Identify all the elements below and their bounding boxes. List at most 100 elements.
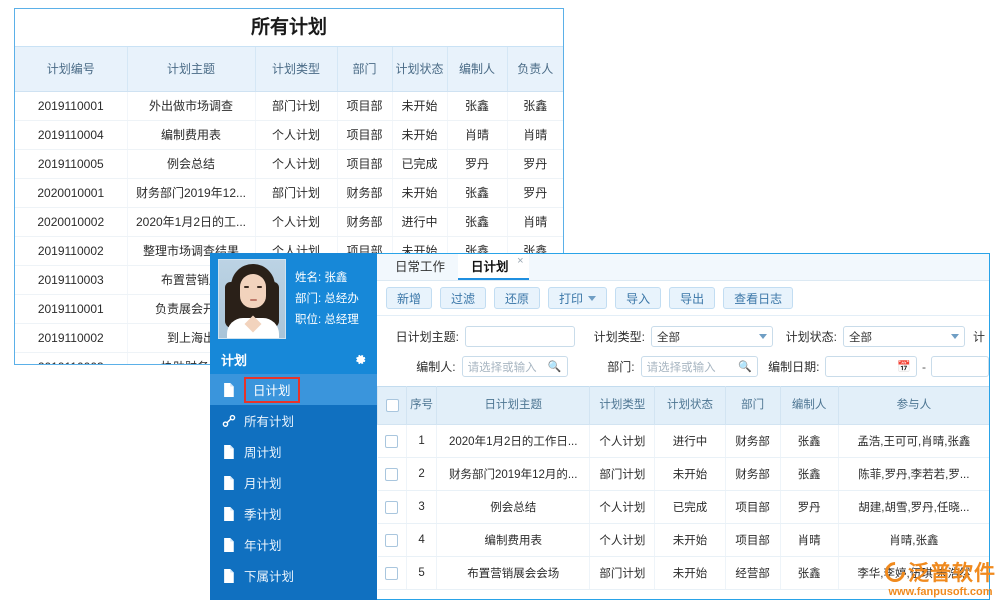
filter-subject-input[interactable] [465, 326, 575, 347]
cell-subject[interactable]: 布置营销展会会场 [437, 557, 590, 590]
cell-dept: 项目部 [725, 491, 780, 524]
chevron-down-icon [759, 334, 767, 339]
cell-participants: 李华,李婷,伍琪,朱浩然 [838, 557, 989, 590]
cell-type: 个人计划 [590, 524, 655, 557]
sidebar-item-2[interactable]: 周计划 [210, 436, 377, 467]
sidebar-item-label: 下属计划 [244, 566, 294, 585]
chevron-down-icon [588, 296, 596, 301]
sidebar-items: 日计划所有计划周计划月计划季计划年计划下属计划 [210, 374, 377, 591]
sidebar-item-label: 日计划 [244, 377, 300, 403]
grid-body: 12020年1月2日的工作日... 个人计划 进行中财务部张鑫 孟浩,王可可,肖晴,张… [378, 425, 990, 590]
table-cell: 外出做市场调查 [127, 91, 255, 120]
row-checkbox[interactable] [378, 524, 407, 557]
all-plans-col-header: 负责人 [507, 47, 563, 91]
table-cell: 已完成 [392, 149, 447, 178]
cell-dept: 财务部 [725, 425, 780, 458]
chevron-down-icon [951, 334, 959, 339]
filter-author-label: 编制人: [377, 358, 456, 375]
table-row[interactable]: 20200100022020年1月2日的工...个人计划财务部进行中张鑫肖晴 [15, 207, 563, 236]
content-panel: 日常工作日计划× 新增过滤还原打印导入 导出 查看日志 日计划主题: 计划类型: 全… [377, 253, 990, 600]
toolbar-button-6[interactable]: 查看日志 [723, 287, 793, 309]
cell-author: 张鑫 [780, 557, 838, 590]
cell-participants: 胡建,胡雪,罗丹,任晓... [838, 491, 989, 524]
tab-1[interactable]: 日计划× [458, 254, 529, 280]
row-checkbox[interactable] [378, 458, 407, 491]
cell-dept: 经营部 [725, 557, 780, 590]
sidebar-item-label: 所有计划 [244, 411, 294, 430]
toolbar-button-4[interactable]: 导入 [615, 287, 661, 309]
toolbar-button-0[interactable]: 新增 [386, 287, 432, 309]
table-cell: 个人计划 [255, 149, 337, 178]
table-cell: 2019110003 [15, 352, 127, 365]
grid-col-header: 部门 [725, 387, 780, 425]
table-row[interactable]: 2019110001外出做市场调查部门计划项目部未开始张鑫张鑫 [15, 91, 563, 120]
table-row[interactable]: 2019110004编制费用表个人计划项目部未开始肖晴肖晴 [15, 120, 563, 149]
table-row[interactable]: 2财务部门2019年12月的...部门计划未开始财务部张鑫陈菲,罗丹,李若若,罗… [378, 458, 990, 491]
filter-author-input[interactable]: 请选择或输入 🔍 [462, 356, 568, 377]
toolbar-button-5[interactable]: 导出 [669, 287, 715, 309]
table-row[interactable]: 2020010001财务部门2019年12...部门计划财务部未开始张鑫罗丹 [15, 178, 563, 207]
filter-row-1: 日计划主题: 计划类型: 全部 计划状态: 全部 计 [377, 323, 989, 350]
select-all-checkbox[interactable] [378, 387, 407, 425]
filter-planstatus-select[interactable]: 全部 [843, 326, 965, 347]
table-cell: 项目部 [337, 120, 392, 149]
search-icon[interactable]: 🔍 [738, 360, 752, 373]
all-plans-title: 所有计划 [15, 9, 563, 47]
table-row[interactable]: 3例会总结个人计划已完成项目部罗丹胡建,胡雪,罗丹,任晓... [378, 491, 990, 524]
gear-icon[interactable] [354, 353, 367, 366]
toolbar-button-1[interactable]: 过滤 [440, 287, 486, 309]
sidebar-header: 计划 [210, 345, 377, 374]
cell-dept: 项目部 [725, 524, 780, 557]
cell-subject[interactable]: 2020年1月2日的工作日... [437, 425, 590, 458]
table-cell: 个人计划 [255, 207, 337, 236]
table-cell: 未开始 [392, 178, 447, 207]
cell-status: 进行中 [655, 425, 725, 458]
toolbar-button-2[interactable]: 还原 [494, 287, 540, 309]
all-plans-col-header: 计划状态 [392, 47, 447, 91]
sidebar-item-1[interactable]: 所有计划 [210, 405, 377, 436]
sidebar-item-4[interactable]: 季计划 [210, 498, 377, 529]
grid-col-header: 编制人 [780, 387, 838, 425]
filter-subject-label: 日计划主题: [377, 328, 459, 345]
search-icon[interactable]: 🔍 [548, 360, 562, 373]
tab-bar: 日常工作日计划× [377, 254, 989, 281]
tab-label: 日常工作 [395, 260, 445, 274]
toolbar-button-3[interactable]: 打印 [548, 287, 607, 309]
cell-participants: 孟浩,王可可,肖晴,张鑫 [838, 425, 989, 458]
sidebar-item-0[interactable]: 日计划 [210, 374, 377, 405]
table-row[interactable]: 5布置营销展会会场部门计划未开始经营部张鑫李华,李婷,伍琪,朱浩然 [378, 557, 990, 590]
row-checkbox[interactable] [378, 491, 407, 524]
filter-planstatus-label: 计划状态: [773, 328, 837, 345]
table-cell: 罗丹 [447, 149, 507, 178]
profile-title: 职位: 总经理 [295, 310, 359, 331]
table-row[interactable]: 12020年1月2日的工作日...个人计划进行中财务部张鑫孟浩,王可可,肖晴,张… [378, 425, 990, 458]
cell-dept: 财务部 [725, 458, 780, 491]
filter-plantype-select[interactable]: 全部 [651, 326, 773, 347]
cell-index: 1 [407, 425, 437, 458]
close-icon[interactable]: × [517, 255, 523, 267]
cell-subject[interactable]: 财务部门2019年12月的... [437, 458, 590, 491]
filter-dept-input[interactable]: 请选择或输入 🔍 [641, 356, 758, 377]
table-row[interactable]: 4编制费用表个人计划未开始项目部肖晴肖晴,张鑫 [378, 524, 990, 557]
sidebar-item-label: 季计划 [244, 504, 282, 523]
table-cell: 个人计划 [255, 120, 337, 149]
cell-subject[interactable]: 例会总结 [437, 491, 590, 524]
filter-truncated-label: 计 [973, 328, 985, 345]
daily-plan-grid: 序号日计划主题计划类型计划状态部门编制人参与人 12020年1月2日的工作日..… [377, 386, 990, 590]
calendar-icon[interactable]: 📅 [897, 360, 911, 373]
cell-subject[interactable]: 编制费用表 [437, 524, 590, 557]
sidebar-item-3[interactable]: 月计划 [210, 467, 377, 498]
sidebar-item-label: 年计划 [244, 535, 282, 554]
toolbar-button-label: 导出 [680, 290, 704, 307]
filter-date-from[interactable]: 📅 [825, 356, 917, 377]
sidebar-item-6[interactable]: 下属计划 [210, 560, 377, 591]
table-row[interactable]: 2019110005例会总结个人计划项目部已完成罗丹罗丹 [15, 149, 563, 178]
tab-0[interactable]: 日常工作 [382, 254, 458, 280]
table-cell: 项目部 [337, 149, 392, 178]
cell-status: 未开始 [655, 458, 725, 491]
all-plans-header-row: 计划编号计划主题计划类型部门计划状态编制人负责人 [15, 47, 563, 91]
filter-date-to[interactable] [931, 356, 989, 377]
row-checkbox[interactable] [378, 425, 407, 458]
row-checkbox[interactable] [378, 557, 407, 590]
sidebar-item-5[interactable]: 年计划 [210, 529, 377, 560]
